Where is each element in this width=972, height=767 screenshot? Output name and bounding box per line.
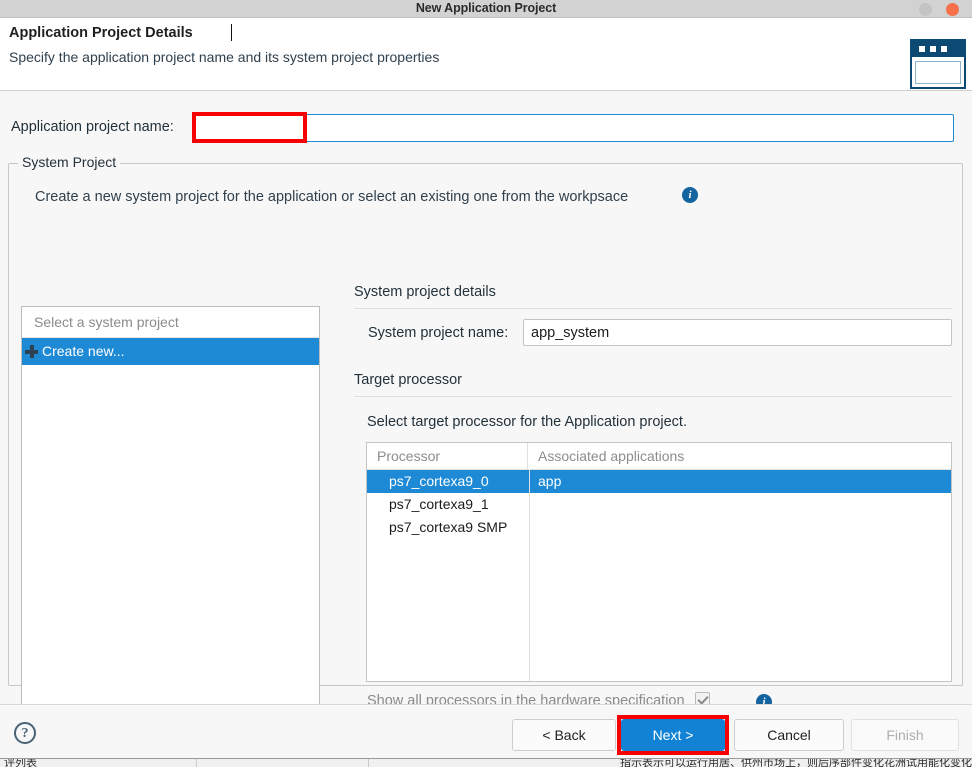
system-project-details-title: System project details xyxy=(354,284,496,300)
system-project-group: System Project Create a new system proje… xyxy=(8,154,963,749)
wizard-window-icon-dot xyxy=(919,46,925,52)
system-project-list[interactable]: Select a system project Create new... xyxy=(21,306,320,749)
wizard-header: Application Project Details Specify the … xyxy=(0,18,972,91)
column-header-associated-applications: Associated applications xyxy=(538,448,685,464)
application-project-name-row: Application project name: xyxy=(0,114,972,144)
cell-associated-applications xyxy=(528,493,951,516)
table-row[interactable]: ps7_cortexa9 SMP xyxy=(367,516,951,539)
system-project-name-input[interactable] xyxy=(523,319,952,346)
dialog-body: Application project name: System Project… xyxy=(0,91,972,749)
background-window-text-left: 评列表 xyxy=(4,758,37,767)
target-processor-title: Target processor xyxy=(354,372,462,388)
back-button[interactable]: < Back xyxy=(512,719,616,751)
help-question-icon[interactable]: ? xyxy=(14,722,36,744)
processor-table[interactable]: Processor Associated applications ps7_co… xyxy=(366,442,952,682)
cell-associated-applications: app xyxy=(538,473,562,489)
cell-associated-applications xyxy=(528,516,951,539)
application-project-name-input[interactable] xyxy=(192,114,954,142)
cell-processor: ps7_cortexa9_0 xyxy=(389,473,489,489)
wizard-window-icon-bar xyxy=(912,41,964,57)
text-caret xyxy=(231,24,232,41)
info-icon[interactable]: i xyxy=(682,187,698,203)
application-project-name-label: Application project name: xyxy=(11,119,174,135)
background-window-text-right: 指示表示可以运行用居、供州市场上，则后序部件变化花洲试用能化变化道行州场 xyxy=(620,758,972,767)
section-divider xyxy=(354,396,952,397)
system-project-group-legend: System Project xyxy=(18,154,121,170)
list-item-create-new[interactable]: Create new... xyxy=(22,338,319,365)
processor-table-column-divider xyxy=(529,470,530,681)
system-project-description: Create a new system project for the appl… xyxy=(35,189,629,205)
wizard-window-icon-dot xyxy=(930,46,936,52)
minimize-button[interactable] xyxy=(919,3,932,16)
cancel-button[interactable]: Cancel xyxy=(734,719,844,751)
wizard-window-icon-page xyxy=(915,61,961,84)
plus-icon xyxy=(25,345,38,358)
application-project-name-inner-field xyxy=(196,116,303,139)
background-window-sliver: 评列表 指示表示可以运行用居、供州市场上，则后序部件变化花洲试用能化变化道行州场 xyxy=(0,758,972,767)
cell-processor: ps7_cortexa9_1 xyxy=(389,496,489,512)
window-titlebar: New Application Project xyxy=(0,0,972,18)
page-subtitle: Specify the application project name and… xyxy=(9,49,440,65)
page-title: Application Project Details xyxy=(9,25,193,41)
next-button[interactable]: Next > xyxy=(621,719,725,751)
system-project-name-label: System project name: xyxy=(368,325,509,341)
processor-table-header: Processor Associated applications xyxy=(367,443,951,470)
system-project-list-header: Select a system project xyxy=(22,307,319,338)
section-divider xyxy=(354,308,952,309)
close-button[interactable] xyxy=(946,3,959,16)
column-header-processor: Processor xyxy=(367,443,528,469)
finish-button: Finish xyxy=(851,719,959,751)
system-project-details-panel: System project details System project na… xyxy=(339,284,959,754)
window-title: New Application Project xyxy=(415,1,557,15)
target-processor-instruction: Select target processor for the Applicat… xyxy=(367,414,687,430)
cell-processor: ps7_cortexa9 SMP xyxy=(389,519,508,535)
table-row[interactable]: ps7_cortexa9_0 app xyxy=(367,470,951,493)
table-row[interactable]: ps7_cortexa9_1 xyxy=(367,493,951,516)
list-item-label: Create new... xyxy=(42,343,125,359)
wizard-window-icon-dot xyxy=(941,46,947,52)
wizard-window-icon xyxy=(910,39,966,89)
dialog-new-application-project: New Application Project Application Proj… xyxy=(0,0,972,767)
